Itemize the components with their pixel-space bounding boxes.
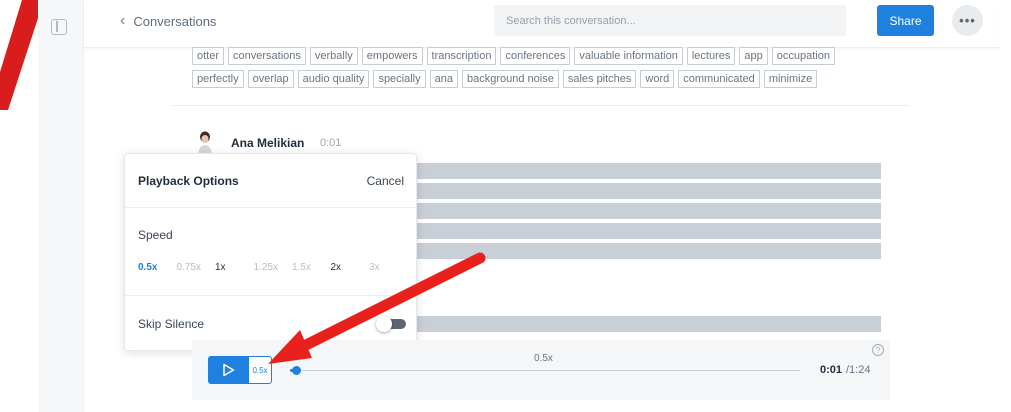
current-time: 0:01	[820, 364, 843, 376]
question-circle-icon[interactable]: ?	[872, 344, 884, 356]
keyword-tag[interactable]: audio quality	[297, 70, 370, 88]
cancel-button[interactable]: Cancel	[367, 174, 404, 188]
keyword-tag[interactable]: sales pitches	[562, 70, 637, 88]
transcript-text	[415, 163, 881, 263]
playback-speed-button[interactable]: 0.5x	[248, 356, 272, 384]
speed-option[interactable]: 2x	[331, 262, 370, 273]
keyword-tag[interactable]: app	[739, 47, 768, 65]
keyword-tag[interactable]: conferences	[500, 47, 571, 65]
share-button[interactable]: Share	[877, 5, 934, 36]
keyword-tag[interactable]: ana	[429, 70, 458, 88]
keyword-tag[interactable]: empowers	[361, 47, 423, 65]
speed-label: Speed	[138, 228, 173, 242]
speed-option[interactable]: 1.25x	[254, 262, 293, 273]
keyword-tag[interactable]: valuable information	[574, 47, 683, 65]
transcript-line-redacted	[415, 183, 881, 199]
speed-option[interactable]: 3x	[369, 262, 408, 273]
speed-option[interactable]: 1x	[215, 262, 254, 273]
speaker-timestamp[interactable]: 0:01	[320, 137, 341, 149]
keyword-tag[interactable]: conversations	[228, 47, 306, 65]
keyword-tag[interactable]: word	[640, 70, 675, 88]
transcript-line-redacted	[415, 243, 881, 259]
speaker-name[interactable]: Ana Melikian	[231, 136, 304, 150]
keyword-row: otter conversations verbally empowers transc…	[192, 47, 882, 66]
play-button[interactable]	[208, 356, 248, 384]
keyword-tag[interactable]: otter	[192, 47, 225, 65]
skip-silence-toggle[interactable]	[376, 316, 406, 332]
keyword-tag[interactable]: perfectly	[192, 70, 244, 88]
toggle-knob	[376, 316, 392, 332]
speed-option[interactable]: 0.75x	[177, 262, 216, 273]
section-divider	[172, 105, 910, 106]
transcript-line-redacted	[415, 316, 881, 332]
keyword-tag[interactable]: specially	[373, 70, 426, 88]
playback-options-popover: Playback Options Cancel Speed 0.5x 0.75x 1…	[124, 153, 417, 351]
conversation-search-input[interactable]	[494, 5, 846, 36]
speaker-avatar	[196, 131, 214, 155]
back-link-label: Conversations	[133, 13, 217, 29]
transcript-line-redacted	[415, 203, 881, 219]
keyword-row: perfectly overlap audio quality specially an…	[192, 70, 882, 89]
keyword-tags: otter conversations verbally empowers transc…	[192, 47, 882, 93]
keyword-tag[interactable]: overlap	[247, 70, 294, 88]
transcript-line-redacted	[415, 163, 881, 179]
speed-options: 0.5x 0.75x 1x 1.25x 1.5x 2x 3x	[138, 262, 408, 273]
chevron-left-icon: ‹	[120, 12, 126, 29]
more-options-button[interactable]: •••	[952, 5, 983, 36]
play-icon	[223, 363, 235, 377]
back-to-conversations-link[interactable]: ‹ Conversations	[120, 13, 216, 29]
left-rail	[38, 0, 84, 412]
sidebar-panel-icon[interactable]	[51, 19, 67, 35]
speed-option[interactable]: 0.5x	[138, 262, 177, 273]
playback-progress-track[interactable]	[290, 366, 800, 375]
popover-divider	[125, 295, 416, 296]
popover-divider	[125, 207, 416, 208]
keyword-tag[interactable]: occupation	[771, 47, 835, 65]
keyword-tag[interactable]: background noise	[461, 70, 559, 88]
keyword-tag[interactable]: communicated	[678, 70, 760, 88]
total-time: /1:24	[846, 364, 871, 376]
keyword-tag[interactable]: transcription	[426, 47, 497, 65]
speed-option[interactable]: 1.5x	[292, 262, 331, 273]
skip-silence-label: Skip Silence	[138, 317, 205, 331]
annotation-stripe	[0, 0, 40, 110]
current-speed-indicator: 0.5x	[534, 353, 553, 364]
keyword-tag[interactable]: verbally	[309, 47, 358, 65]
keyword-tag[interactable]: minimize	[763, 70, 818, 88]
keyword-tag[interactable]: lectures	[686, 47, 736, 65]
transcript-line-redacted	[415, 223, 881, 239]
popover-title: Playback Options	[138, 174, 239, 188]
